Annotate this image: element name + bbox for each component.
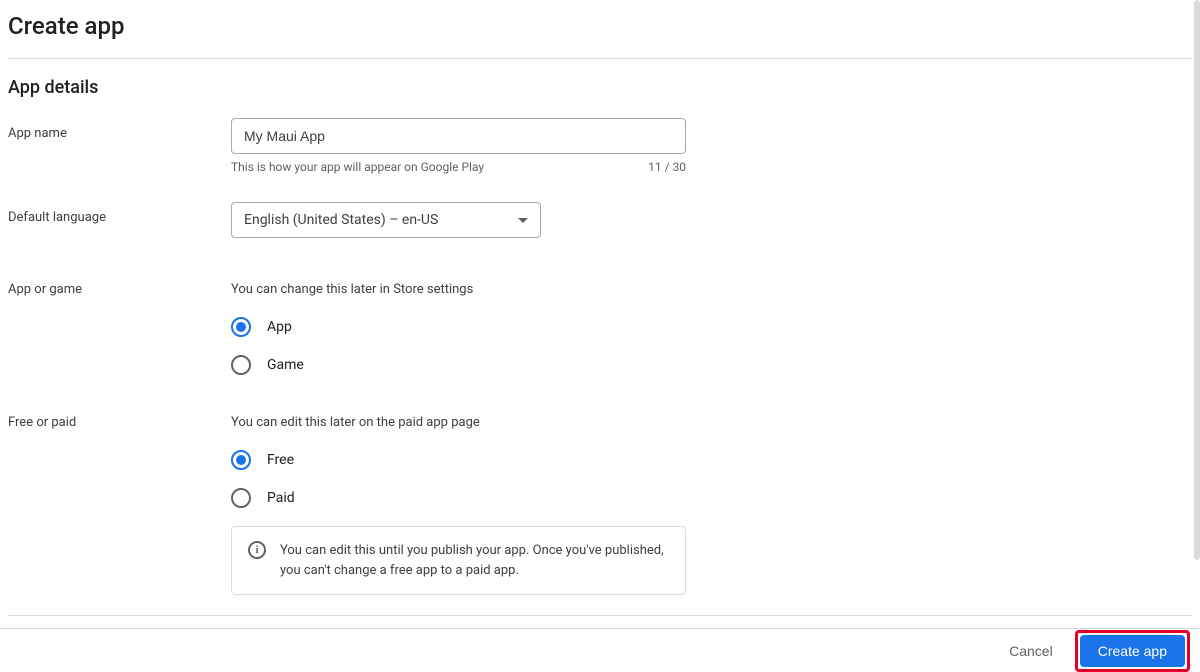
scrollbar[interactable] <box>1194 0 1200 560</box>
radio-app[interactable]: App <box>231 317 292 337</box>
label-default-language: Default language <box>8 202 231 225</box>
radio-paid[interactable]: Paid <box>231 488 295 508</box>
label-free-or-paid: Free or paid <box>8 415 231 430</box>
app-name-counter: 11 / 30 <box>648 160 686 174</box>
default-language-select[interactable]: English (United States) – en-US <box>231 202 541 238</box>
page-title: Create app <box>8 12 1192 40</box>
label-app-or-game: App or game <box>8 282 231 297</box>
footer-bar: Cancel Create app <box>0 628 1200 672</box>
radio-icon <box>231 355 251 375</box>
radio-icon <box>231 488 251 508</box>
radio-paid-label: Paid <box>267 490 295 506</box>
app-name-input[interactable] <box>231 118 686 154</box>
radio-icon <box>231 317 251 337</box>
hint-app-or-game: You can change this later in Store setti… <box>231 282 1191 297</box>
divider <box>8 58 1192 59</box>
app-name-hint: This is how your app will appear on Goog… <box>231 160 484 174</box>
info-banner-free-paid: i You can edit this until you publish yo… <box>231 526 686 595</box>
radio-game[interactable]: Game <box>231 355 304 375</box>
radio-free-label: Free <box>267 452 294 468</box>
hint-free-or-paid: You can edit this later on the paid app … <box>231 415 1191 430</box>
create-app-button[interactable]: Create app <box>1080 635 1185 667</box>
cancel-button[interactable]: Cancel <box>995 635 1067 667</box>
section-app-details-title: App details <box>8 77 1192 98</box>
radio-free[interactable]: Free <box>231 450 294 470</box>
radio-app-label: App <box>267 319 292 335</box>
chevron-down-icon <box>518 218 528 223</box>
info-banner-text: You can edit this until you publish your… <box>280 541 669 580</box>
divider <box>8 615 1192 616</box>
highlight-ring: Create app <box>1075 630 1190 672</box>
label-app-name: App name <box>8 118 231 141</box>
default-language-value: English (United States) – en-US <box>244 212 438 228</box>
radio-icon <box>231 450 251 470</box>
radio-game-label: Game <box>267 357 304 373</box>
info-icon: i <box>248 541 266 559</box>
